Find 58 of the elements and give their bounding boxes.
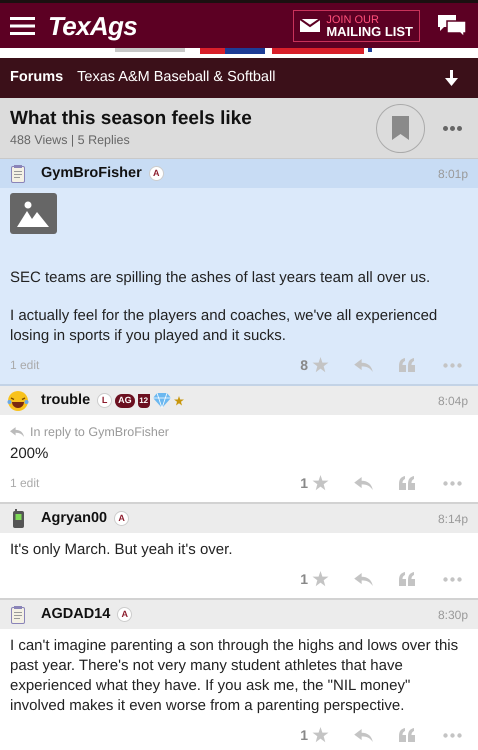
reply-icon[interactable] <box>354 728 373 742</box>
rank-badge: L <box>97 393 112 408</box>
forums-link[interactable]: Forums <box>10 67 64 89</box>
post-time: 8:14p <box>438 510 468 528</box>
down-arrow-icon[interactable] <box>445 70 458 86</box>
quote-icon[interactable] <box>399 572 415 586</box>
more-icon[interactable] <box>443 126 462 130</box>
like-count: 1 <box>300 474 308 492</box>
username[interactable]: Agryan00 <box>41 508 108 530</box>
quote-icon[interactable] <box>399 476 415 490</box>
reply-icon[interactable] <box>354 572 373 586</box>
quote-icon[interactable] <box>399 358 415 372</box>
post-text: I actually feel for the players and coaches, we've all experienced losing in sports if you played and it sucks. <box>10 306 438 346</box>
menu-icon[interactable] <box>10 16 35 34</box>
thread-title: What this season feels like <box>10 106 252 131</box>
envelope-icon <box>300 19 320 32</box>
post-text: It's only March. But yeah it's over. <box>10 540 234 560</box>
post-time: 8:01p <box>438 166 468 182</box>
post-time: 8:04p <box>438 392 468 410</box>
post-time: 8:30p <box>438 606 468 624</box>
notepad-icon <box>11 164 25 182</box>
username[interactable]: AGDAD14 <box>41 604 110 626</box>
bookmark-button[interactable] <box>376 104 425 152</box>
star-icon[interactable] <box>312 357 329 373</box>
logo[interactable]: TexAgs <box>48 12 138 38</box>
like-count: 8 <box>300 356 308 374</box>
reply-icon[interactable] <box>354 476 373 490</box>
quote-icon[interactable] <box>399 728 415 742</box>
post-text: SEC teams are spilling the ashes of last years team all over us. <box>10 268 432 288</box>
phone-icon <box>12 509 24 528</box>
like-count: 1 <box>300 570 308 588</box>
ag-badge: AG <box>115 394 135 408</box>
star-icon[interactable] <box>312 727 329 743</box>
chat-icon[interactable] <box>436 12 468 38</box>
notepad-icon <box>11 606 25 624</box>
like-count: 1 <box>300 726 308 744</box>
rank-badge: A <box>114 511 130 526</box>
diamond-icon <box>152 393 171 408</box>
more-icon[interactable] <box>443 480 462 486</box>
reply-icon <box>10 427 24 437</box>
laughing-face-icon <box>7 390 29 412</box>
board-link[interactable]: Texas A&M Baseball & Softball <box>77 67 276 89</box>
post-text: 200% <box>10 444 50 464</box>
reply-icon[interactable] <box>354 358 373 372</box>
star-icon <box>174 396 184 406</box>
star-icon[interactable] <box>312 475 329 491</box>
more-icon[interactable] <box>443 576 462 582</box>
shield-badge: 12 <box>138 394 150 408</box>
rank-badge: A <box>117 607 132 622</box>
bookmark-icon <box>392 116 409 140</box>
mailing-list-button[interactable]: JOIN OUR MAILING LIST <box>293 10 420 42</box>
post-text: I can't imagine parenting a son through the highs and lows over this past year. There's not very many student athletes that have experienced what they have. If you ask me, the "NIL money" involved makes it even worse from a parenting perspective. <box>10 636 460 716</box>
rank-badge: A <box>148 166 164 181</box>
username[interactable]: GymBroFisher <box>41 162 142 184</box>
star-icon[interactable] <box>312 571 329 587</box>
more-icon[interactable] <box>443 732 462 738</box>
username[interactable]: trouble <box>41 390 90 412</box>
thread-stats: 488 Views | 5 Replies <box>10 132 131 149</box>
